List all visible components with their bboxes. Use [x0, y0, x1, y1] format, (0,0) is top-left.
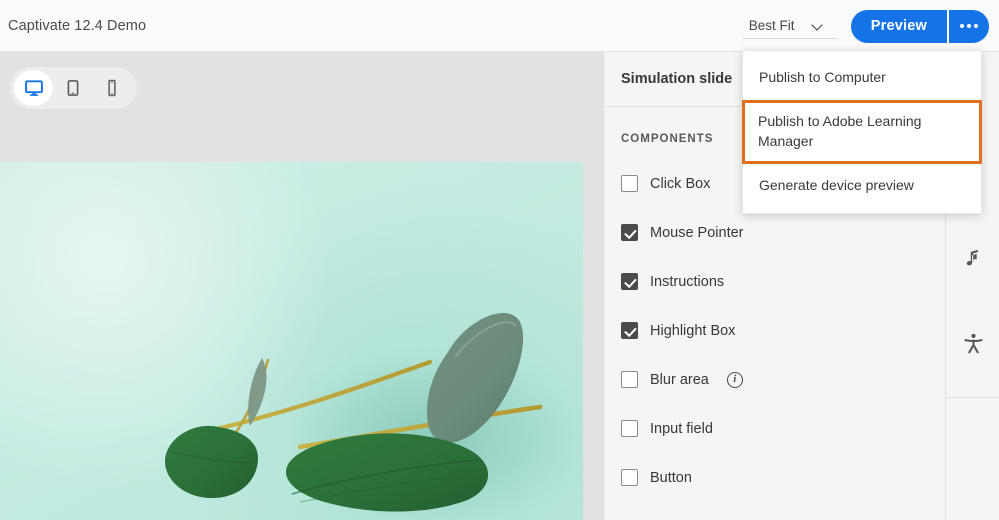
- checkbox-click-box[interactable]: [621, 175, 638, 192]
- desktop-icon: [24, 78, 44, 98]
- menu-item-publish-to-computer[interactable]: Publish to Computer: [743, 57, 981, 99]
- zoom-level-dropdown[interactable]: Best Fit: [743, 14, 837, 39]
- component-row-mouse-pointer[interactable]: Mouse Pointer: [621, 208, 945, 257]
- component-label: Click Box: [650, 176, 710, 192]
- rail-divider: [946, 397, 999, 398]
- slide-stage: [0, 52, 603, 520]
- checkbox-instructions[interactable]: [621, 273, 638, 290]
- zoom-level-value: Best Fit: [749, 18, 795, 33]
- menu-item-generate-device-preview[interactable]: Generate device preview: [743, 165, 981, 207]
- accessibility-icon: [962, 332, 985, 355]
- ellipsis-icon: [967, 24, 971, 28]
- component-label: Highlight Box: [650, 323, 735, 339]
- more-options-button[interactable]: [947, 10, 989, 43]
- checkbox-highlight-box[interactable]: [621, 322, 638, 339]
- mobile-icon: [102, 78, 122, 98]
- component-label: Instructions: [650, 274, 724, 290]
- component-label: Input field: [650, 421, 713, 437]
- ellipsis-icon: [960, 24, 964, 28]
- component-row-button[interactable]: Button: [621, 453, 945, 502]
- component-row-blur-area[interactable]: Blur area i: [621, 355, 945, 404]
- component-label: Mouse Pointer: [650, 225, 744, 241]
- rail-button-accessibility[interactable]: [946, 316, 999, 370]
- panel-title: Simulation slide: [621, 71, 732, 87]
- preview-button-group: Preview: [851, 10, 989, 43]
- eucalyptus-illustration: [0, 162, 583, 520]
- tablet-icon: [63, 78, 83, 98]
- page-title: Captivate 12.4 Demo: [8, 18, 146, 34]
- component-row-input-field[interactable]: Input field: [621, 404, 945, 453]
- slide-canvas-image[interactable]: [0, 162, 583, 520]
- captivate-window: Captivate 12.4 Demo Best Fit Preview: [0, 0, 999, 520]
- device-desktop-button[interactable]: [14, 70, 53, 106]
- top-toolbar: Captivate 12.4 Demo Best Fit Preview: [0, 0, 999, 52]
- component-row-instructions[interactable]: Instructions: [621, 257, 945, 306]
- device-mobile-button[interactable]: [92, 70, 131, 106]
- publish-dropdown-menu: Publish to Computer Publish to Adobe Lea…: [742, 50, 982, 214]
- checkbox-mouse-pointer[interactable]: [621, 224, 638, 241]
- ellipsis-icon: [974, 24, 978, 28]
- info-icon[interactable]: i: [727, 372, 743, 388]
- leaf-muted-upper: [427, 313, 523, 443]
- checkbox-input-field[interactable]: [621, 420, 638, 437]
- device-tablet-button[interactable]: [53, 70, 92, 106]
- music-note-icon: [962, 247, 984, 269]
- toolbar-right-group: Best Fit Preview: [743, 0, 989, 52]
- component-label: Blur area: [650, 372, 709, 388]
- component-row-highlight-box[interactable]: Highlight Box: [621, 306, 945, 355]
- checkbox-blur-area[interactable]: [621, 371, 638, 388]
- preview-button[interactable]: Preview: [851, 10, 947, 43]
- device-preview-toggle: [10, 67, 137, 109]
- rail-button-audio[interactable]: [946, 231, 999, 285]
- menu-item-publish-to-adobe-learning-manager[interactable]: Publish to Adobe Learning Manager: [742, 100, 982, 164]
- component-label: Button: [650, 470, 692, 486]
- chevron-down-icon: [813, 20, 824, 31]
- checkbox-button[interactable]: [621, 469, 638, 486]
